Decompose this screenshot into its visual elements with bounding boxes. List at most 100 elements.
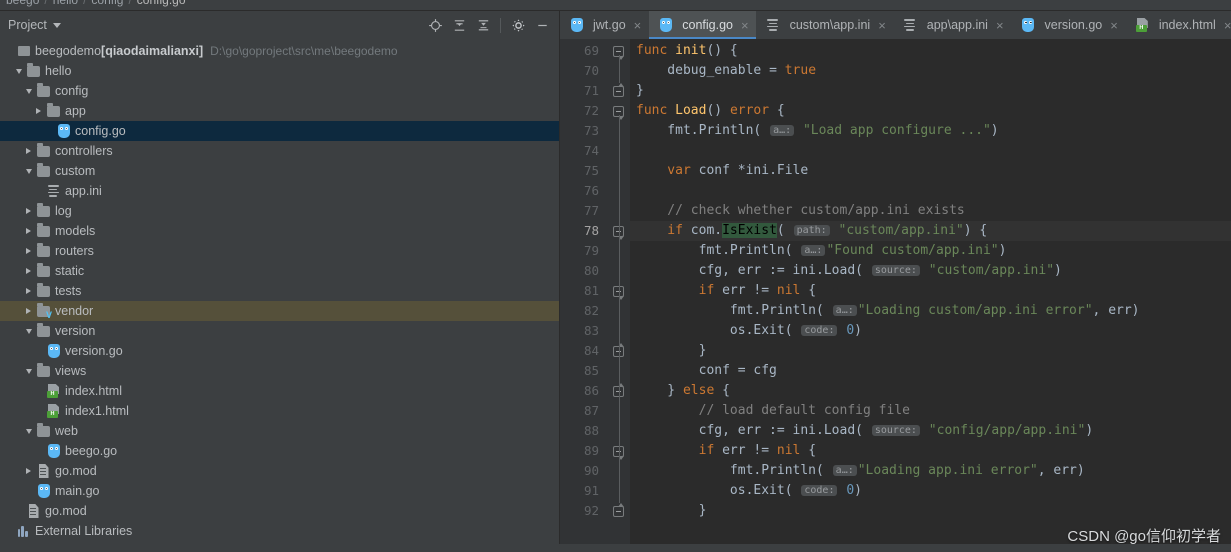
code-line[interactable] bbox=[630, 181, 1231, 201]
code-line[interactable]: cfg, err := ini.Load( source: "config/ap… bbox=[630, 421, 1231, 441]
fold-end-icon[interactable] bbox=[613, 83, 624, 97]
code-line[interactable]: if err != nil { bbox=[630, 281, 1231, 301]
chevron-right-icon[interactable] bbox=[22, 288, 35, 294]
tree-item-config[interactable]: config bbox=[0, 81, 559, 101]
chevron-right-icon[interactable] bbox=[22, 468, 35, 474]
chevron-right-icon[interactable] bbox=[22, 308, 35, 314]
gear-icon[interactable] bbox=[507, 14, 529, 36]
editor-tab-jwt-go[interactable]: jwt.go × bbox=[560, 11, 650, 39]
tree-item-custom[interactable]: custom bbox=[0, 161, 559, 181]
breadcrumb-item-beego[interactable]: beego bbox=[6, 0, 39, 7]
editor-tab-index-html[interactable]: Hindex.html × bbox=[1126, 11, 1231, 39]
tree-item-index-html[interactable]: Hindex.html bbox=[0, 381, 559, 401]
editor-tab-bar[interactable]: jwt.go × config.go × custom\app.ini × app\app.… bbox=[560, 11, 1231, 39]
editor-tab-version-go[interactable]: version.go × bbox=[1012, 11, 1126, 39]
code-line[interactable]: fmt.Println( a…: "Found custom/app.ini") bbox=[630, 241, 1231, 261]
chevron-down-icon[interactable] bbox=[12, 69, 25, 74]
code-line[interactable]: var conf *ini.File bbox=[630, 161, 1231, 181]
tree-item-external-libraries[interactable]: External Libraries bbox=[0, 521, 559, 541]
chevron-down-icon[interactable] bbox=[22, 169, 35, 174]
tree-item-controllers[interactable]: controllers bbox=[0, 141, 559, 161]
editor-body[interactable]: 69 70 71 72 73 74 75 76 77 78 79 80 81 82 83 84 85 86 87 88… bbox=[560, 39, 1231, 552]
tree-item-main-go[interactable]: main.go bbox=[0, 481, 559, 501]
editor-tab-config-go[interactable]: config.go × bbox=[649, 11, 757, 39]
code-line[interactable]: // load default config file bbox=[630, 401, 1231, 421]
tree-item-routers[interactable]: routers bbox=[0, 241, 559, 261]
folder-icon bbox=[35, 263, 52, 277]
code-line[interactable]: os.Exit( code: 0) bbox=[630, 481, 1231, 501]
code-line[interactable]: fmt.Println( a…: "Load app configure ...… bbox=[630, 121, 1231, 141]
code-line[interactable]: fmt.Println( a…: "Loading custom/app.ini … bbox=[630, 301, 1231, 321]
code-line[interactable]: conf = cfg bbox=[630, 361, 1231, 381]
chevron-down-icon[interactable] bbox=[22, 329, 35, 334]
close-icon[interactable]: × bbox=[741, 19, 749, 32]
chevron-right-icon[interactable] bbox=[22, 228, 35, 234]
code-line[interactable] bbox=[630, 141, 1231, 161]
close-icon[interactable]: × bbox=[996, 19, 1004, 32]
breadcrumb-item-config[interactable]: config bbox=[91, 0, 123, 7]
expand-all-icon[interactable] bbox=[448, 14, 470, 36]
chevron-right-icon[interactable] bbox=[32, 108, 45, 114]
tree-item-web[interactable]: web bbox=[0, 421, 559, 441]
project-panel-title-dropdown[interactable]: Project bbox=[4, 16, 65, 34]
tree-item-app-ini[interactable]: app.ini bbox=[0, 181, 559, 201]
tree-item-log[interactable]: log bbox=[0, 201, 559, 221]
breadcrumb-item-config-go[interactable]: config.go bbox=[137, 0, 186, 7]
code-line[interactable]: fmt.Println( a…: "Loading app.ini error",… bbox=[630, 461, 1231, 481]
tree-item-views[interactable]: views bbox=[0, 361, 559, 381]
tree-item-app[interactable]: app bbox=[0, 101, 559, 121]
code-line[interactable]: if err != nil { bbox=[630, 441, 1231, 461]
tree-item-models[interactable]: models bbox=[0, 221, 559, 241]
close-icon[interactable]: × bbox=[878, 19, 886, 32]
tree-item-beegodemo[interactable]: beegodemo [qiaodaimalianxi] D:\go\goproje… bbox=[0, 41, 559, 61]
tree-item-version[interactable]: version bbox=[0, 321, 559, 341]
locate-icon[interactable] bbox=[424, 14, 446, 36]
tree-item-static[interactable]: static bbox=[0, 261, 559, 281]
editor-tab-app-app-ini[interactable]: app\app.ini × bbox=[894, 11, 1012, 39]
chevron-right-icon[interactable] bbox=[22, 248, 35, 254]
code-line[interactable]: // check whether custom/app.ini exists bbox=[630, 201, 1231, 221]
breadcrumb-items[interactable]: beego / hello / config / config.go bbox=[6, 0, 186, 7]
tree-item-go-mod[interactable]: go.mod bbox=[0, 501, 559, 521]
code-token-id: fmt.Println( bbox=[636, 123, 770, 138]
tree-item-beego-go[interactable]: beego.go bbox=[0, 441, 559, 461]
code-line[interactable]: debug_enable = true bbox=[630, 61, 1231, 81]
code-line[interactable]: if com.IsExist( path: "custom/app.ini") … bbox=[630, 221, 1231, 241]
close-icon[interactable]: × bbox=[1224, 19, 1231, 32]
code-token-kw: if bbox=[636, 283, 723, 298]
chevron-right-icon[interactable] bbox=[22, 208, 35, 214]
code-line[interactable]: os.Exit( code: 0) bbox=[630, 321, 1231, 341]
tree-item-config-go[interactable]: config.go bbox=[0, 121, 559, 141]
code-line[interactable]: } bbox=[630, 81, 1231, 101]
tree-item-tests[interactable]: tests bbox=[0, 281, 559, 301]
code-line[interactable]: func Load() error { bbox=[630, 101, 1231, 121]
chevron-right-icon[interactable] bbox=[22, 268, 35, 274]
code-content[interactable]: func init() { debug_enable = true} func L… bbox=[630, 39, 1231, 552]
tree-item-vendor[interactable]: Vvendor bbox=[0, 301, 559, 321]
close-icon[interactable]: × bbox=[1110, 19, 1118, 32]
code-folding-gutter[interactable] bbox=[608, 39, 630, 552]
fold-end-icon[interactable] bbox=[613, 503, 624, 517]
breadcrumb-item-hello[interactable]: hello bbox=[53, 0, 78, 7]
collapse-all-icon[interactable] bbox=[472, 14, 494, 36]
code-line[interactable]: func init() { bbox=[630, 41, 1231, 61]
chevron-down-icon[interactable] bbox=[22, 89, 35, 94]
editor-tab-custom-app-ini[interactable]: custom\app.ini × bbox=[757, 11, 894, 39]
line-number: 77 bbox=[583, 203, 599, 218]
code-line[interactable]: } bbox=[630, 501, 1231, 521]
tree-item-go-mod[interactable]: go.mod bbox=[0, 461, 559, 481]
code-line[interactable]: } bbox=[630, 341, 1231, 361]
minimize-icon[interactable] bbox=[531, 14, 553, 36]
tree-item-index1-html[interactable]: Hindex1.html bbox=[0, 401, 559, 421]
tree-item-version-go[interactable]: version.go bbox=[0, 341, 559, 361]
chevron-down-icon[interactable] bbox=[22, 429, 35, 434]
chevron-right-icon[interactable] bbox=[22, 148, 35, 154]
code-line[interactable]: cfg, err := ini.Load( source: "custom/ap… bbox=[630, 261, 1231, 281]
line-number: 81 bbox=[583, 283, 599, 298]
project-tree[interactable]: beegodemo [qiaodaimalianxi] D:\go\goproje… bbox=[0, 39, 559, 552]
chevron-down-icon[interactable] bbox=[22, 369, 35, 374]
tree-item-hello[interactable]: hello bbox=[0, 61, 559, 81]
code-line[interactable]: } else { bbox=[630, 381, 1231, 401]
mod-file-icon bbox=[25, 504, 42, 518]
close-icon[interactable]: × bbox=[634, 19, 642, 32]
